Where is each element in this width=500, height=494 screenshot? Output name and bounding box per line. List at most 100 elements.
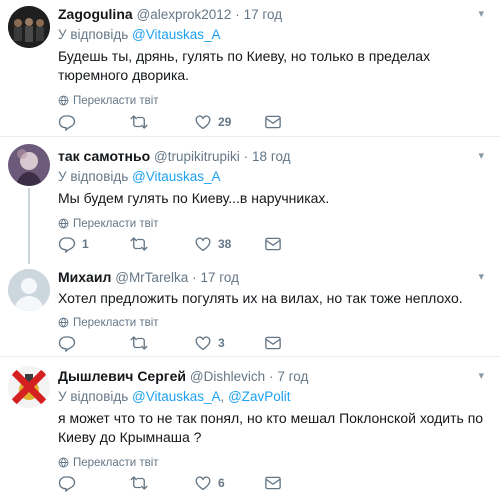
like-count: 38 <box>218 237 232 251</box>
reply-context: У відповідь @Vitauskas_A <box>58 25 490 45</box>
direct-message-icon <box>264 474 282 492</box>
separator-dot: · <box>269 369 274 384</box>
tweet-3[interactable]: Михаил @MrTarelka · 17 год ▾ Хотел предл… <box>0 263 500 357</box>
avatar[interactable] <box>8 144 50 186</box>
translate-tweet-link[interactable]: Перекласти твіт <box>58 93 490 109</box>
globe-icon <box>58 317 69 328</box>
globe-icon <box>58 95 69 106</box>
like-button[interactable]: 38 <box>194 234 231 254</box>
tweet-actions: 6 <box>58 473 298 493</box>
translate-label: Перекласти твіт <box>73 218 159 230</box>
avatar[interactable] <box>8 6 50 48</box>
reply-mention-link[interactable]: @Vitauskas_A <box>132 169 221 184</box>
reply-prefix: У відповідь <box>58 27 133 42</box>
reply-button[interactable] <box>58 333 82 353</box>
user-handle[interactable]: @Dishlevich <box>190 369 265 384</box>
tweet-4[interactable]: Дышлевич Сергей @Dishlevich · 7 год ▾ У … <box>0 358 500 494</box>
tweet-actions: 29 <box>58 112 298 132</box>
chevron-down-icon[interactable]: ▾ <box>478 5 484 23</box>
tweet-actions: 3 <box>58 333 298 353</box>
retweet-icon <box>130 474 148 492</box>
translate-tweet-link[interactable]: Перекласти твіт <box>58 315 490 331</box>
tweet-text: Хотел предложить погулять их на вилах, н… <box>58 290 463 306</box>
tweet-header: Дышлевич Сергей @Dishlevich · 7 год ▾ <box>58 367 490 385</box>
direct-message-button[interactable] <box>264 234 288 254</box>
timestamp[interactable]: 17 год <box>200 270 238 285</box>
like-button[interactable]: 3 <box>194 333 225 353</box>
direct-message-button[interactable] <box>264 333 288 353</box>
timestamp[interactable]: 17 год <box>244 7 282 22</box>
globe-icon <box>58 218 69 229</box>
avatar[interactable] <box>8 366 50 408</box>
translate-label: Перекласти твіт <box>73 317 159 329</box>
like-icon <box>194 235 212 253</box>
direct-message-button[interactable] <box>264 112 288 132</box>
reply-mention-link[interactable]: @Vitauskas_A <box>132 27 221 42</box>
chevron-down-icon[interactable]: ▾ <box>478 367 484 385</box>
reply-button[interactable]: 1 <box>58 234 89 254</box>
translate-tweet-link[interactable]: Перекласти твіт <box>58 455 490 471</box>
default-avatar-icon <box>8 269 50 311</box>
tweet-text: я может что то не так понял, но кто меша… <box>58 410 484 445</box>
tweet-header: так самотньо @trupikitrupiki · 18 год ▾ <box>58 147 490 165</box>
reply-context: У відповідь @Vitauskas_A, @ZavPolit <box>58 387 490 407</box>
like-count: 29 <box>218 115 232 129</box>
direct-message-icon <box>264 334 282 352</box>
reply-mention-link[interactable]: @Vitauskas_A <box>132 389 221 404</box>
crossed-logo-icon <box>8 366 50 408</box>
timestamp[interactable]: 7 год <box>277 369 308 384</box>
user-handle[interactable]: @trupikitrupiki <box>154 149 240 164</box>
reply-icon <box>58 113 76 131</box>
separator-dot: · <box>192 270 197 285</box>
reply-separator: , <box>220 389 229 404</box>
reply-mention-link-2[interactable]: @ZavPolit <box>228 389 290 404</box>
retweet-button[interactable] <box>130 234 154 254</box>
reply-button[interactable] <box>58 473 82 493</box>
like-button[interactable]: 29 <box>194 112 231 132</box>
translate-label: Перекласти твіт <box>73 457 159 469</box>
tweet-header: Zagogulina @alexprok2012 · 17 год ▾ <box>58 5 490 23</box>
tweet-header: Михаил @MrTarelka · 17 год ▾ <box>58 268 490 286</box>
like-icon <box>194 334 212 352</box>
thread-connector-line <box>28 188 30 264</box>
separator-dot: · <box>243 149 249 164</box>
retweet-button[interactable] <box>130 473 154 493</box>
display-name[interactable]: Михаил <box>58 269 111 285</box>
globe-icon <box>58 457 69 468</box>
direct-message-button[interactable] <box>264 473 288 493</box>
direct-message-icon <box>264 113 282 131</box>
like-count: 3 <box>218 336 225 350</box>
retweet-button[interactable] <box>130 112 154 132</box>
reply-icon <box>58 474 76 492</box>
direct-message-icon <box>264 235 282 253</box>
avatar[interactable] <box>8 269 50 311</box>
retweet-icon <box>130 113 148 131</box>
reply-icon <box>58 334 76 352</box>
separator-dot: · <box>235 7 240 22</box>
display-name[interactable]: Дышлевич Сергей <box>58 368 186 384</box>
reply-button[interactable] <box>58 112 82 132</box>
tweet-text: Мы будем гулять по Киеву...в наручниках. <box>58 190 330 206</box>
tweet-2[interactable]: так самотньо @trupikitrupiki · 18 год ▾ … <box>0 138 500 264</box>
translate-label: Перекласти твіт <box>73 95 159 107</box>
chevron-down-icon[interactable]: ▾ <box>478 268 484 286</box>
translate-tweet-link[interactable]: Перекласти твіт <box>58 216 490 232</box>
display-name[interactable]: Zagogulina <box>58 6 133 22</box>
like-button[interactable]: 6 <box>194 473 225 493</box>
user-handle[interactable]: @MrTarelka <box>115 270 188 285</box>
chevron-down-icon[interactable]: ▾ <box>478 147 484 165</box>
display-name[interactable]: так самотньо <box>58 148 150 164</box>
tweet-1[interactable]: Zagogulina @alexprok2012 · 17 год ▾ У ві… <box>0 0 500 137</box>
tweet-text: Будешь ты, дрянь, гулять по Киеву, но то… <box>58 48 431 83</box>
retweet-button[interactable] <box>130 333 154 353</box>
retweet-icon <box>130 334 148 352</box>
reply-icon <box>58 235 76 253</box>
reply-count: 1 <box>82 237 89 251</box>
reply-prefix: У відповідь <box>58 389 133 404</box>
group-photo-icon <box>8 6 50 48</box>
user-handle[interactable]: @alexprok2012 <box>137 7 232 22</box>
like-icon <box>194 113 212 131</box>
retweet-icon <box>130 235 148 253</box>
profile-photo-icon <box>8 144 50 186</box>
timestamp[interactable]: 18 год <box>252 149 290 164</box>
